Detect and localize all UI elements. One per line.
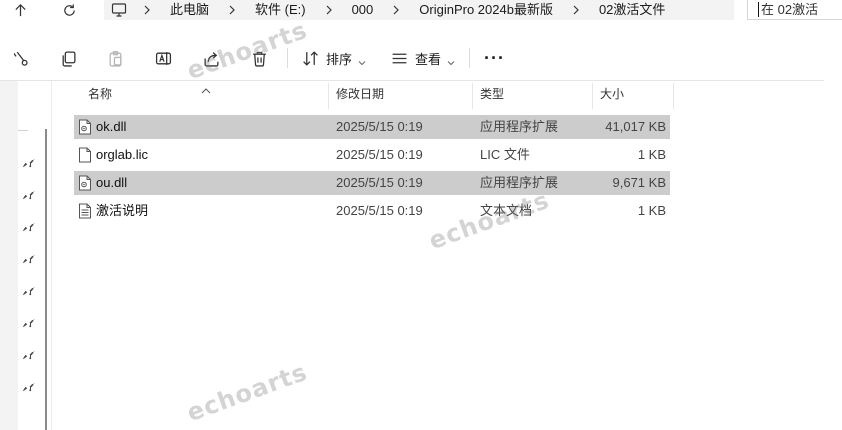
nav-tree-line <box>18 130 28 131</box>
pin-icon[interactable] <box>22 250 36 264</box>
copy-icon <box>62 50 76 67</box>
nav-scrollbar[interactable] <box>45 129 47 430</box>
arrow-up-icon <box>14 3 26 16</box>
sort-arrows-icon <box>303 50 318 66</box>
breadcrumb-separator[interactable] <box>563 0 589 20</box>
file-name: 激活说明 <box>96 203 149 218</box>
sort-ascending-icon <box>201 81 211 94</box>
navigation-pane-background <box>0 81 18 430</box>
chevron-down-icon <box>447 54 455 66</box>
dll-file-icon <box>78 119 92 135</box>
sort-label: 排序 <box>326 51 353 67</box>
chevron-right-icon <box>144 5 150 15</box>
copy-button[interactable] <box>60 46 77 70</box>
breadcrumb-separator[interactable] <box>219 0 245 20</box>
chevron-right-icon <box>326 5 332 15</box>
column-header-name[interactable]: 名称 <box>88 81 112 109</box>
pin-icon[interactable] <box>22 282 36 296</box>
breadcrumb-separator[interactable] <box>383 0 409 20</box>
column-resize-handle[interactable] <box>472 83 473 109</box>
file-name: ok.dll <box>96 119 127 134</box>
file-size: 1 KB <box>637 147 666 162</box>
up-button[interactable] <box>8 0 32 20</box>
dll-file-icon <box>78 175 92 191</box>
paste-icon <box>109 50 122 67</box>
breadcrumb-item-originpro[interactable]: OriginPro 2024b最新版 <box>409 0 563 20</box>
breadcrumb-item-drive-e[interactable]: 软件 (E:) <box>245 0 316 20</box>
file-size: 9,671 KB <box>612 175 667 190</box>
chevron-right-icon <box>393 5 400 15</box>
view-label: 查看 <box>415 51 442 67</box>
chevron-down-icon <box>358 54 366 66</box>
view-button[interactable]: 查看 <box>391 46 455 70</box>
cut-button[interactable] <box>14 46 31 70</box>
file-date: 2025/5/15 0:19 <box>336 203 423 218</box>
paste-button[interactable] <box>107 46 124 70</box>
pane-divider[interactable] <box>51 81 52 430</box>
address-box[interactable]: 此电脑 软件 (E:) 000 OriginPro 2024b最新版 02激活文… <box>104 0 734 20</box>
column-header-size[interactable]: 大小 <box>600 81 624 109</box>
text-file-icon <box>78 203 92 219</box>
pin-icon[interactable] <box>22 314 36 328</box>
pin-icon[interactable] <box>22 346 36 360</box>
file-name: ou.dll <box>96 175 128 190</box>
refresh-button[interactable] <box>57 0 81 20</box>
pin-icon[interactable] <box>22 378 36 392</box>
sort-button[interactable]: 排序 <box>302 46 366 70</box>
pin-icon[interactable] <box>22 218 36 232</box>
file-row[interactable]: 激活说明 2025/5/15 0:19 文本文档 1 KB <box>74 199 670 223</box>
search-placeholder: 在 02激活 <box>761 2 819 17</box>
pin-icon[interactable] <box>22 186 36 200</box>
rename-button[interactable] <box>155 46 172 70</box>
command-divider <box>469 48 470 68</box>
file-type: 应用程序扩展 <box>480 119 559 134</box>
column-header-type[interactable]: 类型 <box>480 81 504 109</box>
file-row[interactable]: orglab.lic 2025/5/15 0:19 LIC 文件 1 KB <box>74 143 670 167</box>
rename-icon <box>155 51 172 65</box>
monitor-icon <box>111 3 127 17</box>
navigation-pane <box>0 81 52 430</box>
breadcrumb-root[interactable] <box>104 0 134 20</box>
search-input[interactable]: 在 02激活 <box>747 0 842 20</box>
file-row[interactable]: ok.dll 2025/5/15 0:19 应用程序扩展 41,017 KB <box>74 115 670 139</box>
breadcrumb-separator[interactable] <box>316 0 342 20</box>
chevron-right-icon <box>573 5 579 15</box>
column-header-date[interactable]: 修改日期 <box>336 81 384 109</box>
file-size: 41,017 KB <box>605 119 666 134</box>
breadcrumb-item-activation[interactable]: 02激活文件 <box>589 0 675 20</box>
more-dots-icon: ··· <box>484 47 505 68</box>
file-size: 1 KB <box>637 203 666 218</box>
more-options-button[interactable]: ··· <box>484 46 505 70</box>
column-header-row: 名称 修改日期 类型 大小 <box>52 81 842 109</box>
command-bar: 排序 查看 ··· <box>0 36 824 81</box>
file-name: orglab.lic <box>96 147 149 162</box>
file-type: LIC 文件 <box>480 147 530 162</box>
column-resize-handle[interactable] <box>328 83 329 109</box>
refresh-icon <box>63 3 75 16</box>
view-list-icon <box>392 53 407 63</box>
column-resize-handle[interactable] <box>673 83 674 109</box>
pin-icon[interactable] <box>22 154 36 168</box>
file-date: 2025/5/15 0:19 <box>336 119 423 134</box>
blank-file-icon <box>78 147 92 163</box>
column-resize-handle[interactable] <box>592 83 593 109</box>
address-bar-row: 此电脑 软件 (E:) 000 OriginPro 2024b最新版 02激活文… <box>0 0 842 20</box>
file-row[interactable]: ou.dll 2025/5/15 0:19 应用程序扩展 9,671 KB <box>74 171 670 195</box>
chevron-right-icon <box>229 5 235 15</box>
scissors-icon <box>14 51 28 66</box>
breadcrumb-item-000[interactable]: 000 <box>342 0 384 20</box>
file-date: 2025/5/15 0:19 <box>336 175 423 190</box>
breadcrumb-separator[interactable] <box>134 0 160 20</box>
breadcrumb-item-this-pc[interactable]: 此电脑 <box>160 0 219 20</box>
watermark: echoarts <box>183 357 312 428</box>
file-date: 2025/5/15 0:19 <box>336 147 423 162</box>
file-type: 应用程序扩展 <box>480 175 559 190</box>
text-caret <box>758 2 759 17</box>
command-divider <box>287 48 288 68</box>
